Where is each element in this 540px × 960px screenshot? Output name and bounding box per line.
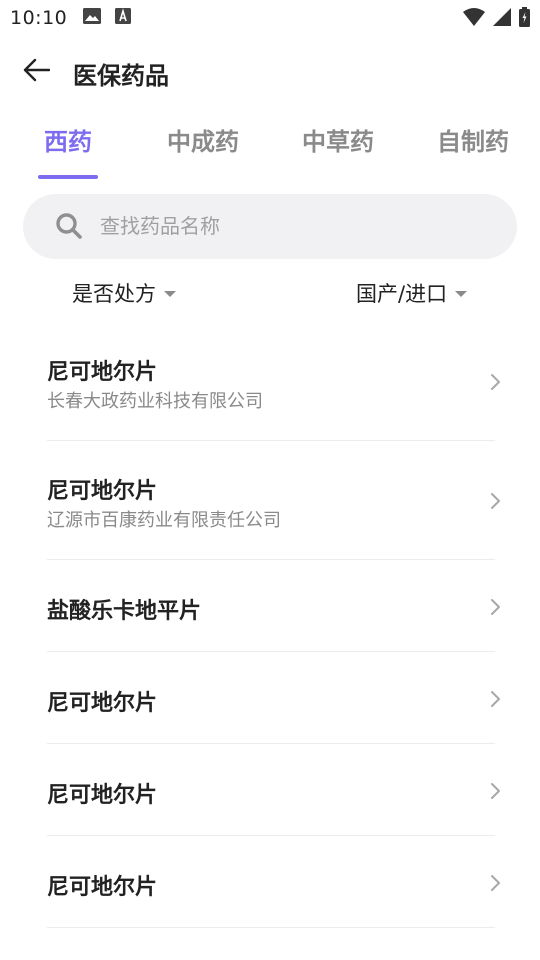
- drug-manufacturer: 长春大政药业科技有限公司: [47, 391, 263, 412]
- status-time: 10:10: [10, 7, 68, 29]
- category-tabs: 西药 中成药 中草药 自制药: [0, 122, 540, 182]
- drug-name: 盐酸乐卡地平片: [47, 599, 202, 624]
- tab-chinese-patent-medicine[interactable]: 中成药: [167, 122, 239, 166]
- chevron-right-icon: [488, 782, 502, 800]
- status-right-icons: [463, 7, 530, 31]
- chevron-right-icon: [488, 690, 502, 708]
- list-item[interactable]: 尼可地尔片 长春大政药业科技有限公司: [0, 322, 540, 441]
- drug-name: 尼可地尔片: [47, 479, 158, 504]
- screen: 10:10 医保药品 西药 中成药 中草药 自制药 查找药品名称 是否处方 国产…: [0, 0, 540, 960]
- chevron-right-icon: [488, 874, 502, 892]
- search-input[interactable]: [100, 208, 480, 244]
- chevron-right-icon: [488, 598, 502, 616]
- list-item[interactable]: 尼可地尔片: [0, 744, 540, 836]
- chevron-right-icon: [488, 373, 502, 391]
- tab-self-made-medicine[interactable]: 自制药: [437, 122, 509, 166]
- chevron-right-icon: [488, 492, 502, 510]
- divider: [47, 927, 495, 928]
- image-icon: [83, 8, 102, 28]
- search-icon: [55, 212, 83, 240]
- battery-icon: [519, 7, 530, 31]
- caret-down-icon: [164, 291, 176, 297]
- drug-name: 尼可地尔片: [47, 875, 158, 900]
- drug-manufacturer: 辽源市百康药业有限责任公司: [47, 510, 281, 531]
- drug-name: 尼可地尔片: [47, 783, 158, 808]
- caret-down-icon: [455, 291, 468, 297]
- arrow-left-icon: [22, 58, 51, 86]
- prescription-filter[interactable]: 是否处方: [72, 278, 176, 308]
- tab-western-medicine[interactable]: 西药: [44, 122, 92, 166]
- active-tab-indicator: [38, 175, 98, 179]
- list-item[interactable]: 盐酸乐卡地平片: [0, 560, 540, 652]
- drug-name: 尼可地尔片: [47, 360, 158, 385]
- status-bar: 10:10: [0, 0, 540, 36]
- page-title: 医保药品: [73, 62, 169, 90]
- prescription-filter-label: 是否处方: [72, 282, 156, 306]
- status-left-icons: [83, 8, 132, 28]
- origin-filter[interactable]: 国产/进口: [356, 278, 468, 308]
- list-item[interactable]: 尼可地尔片: [0, 836, 540, 928]
- drug-name: 尼可地尔片: [47, 691, 158, 716]
- back-button[interactable]: [20, 56, 52, 88]
- app-header: 医保药品: [0, 44, 540, 100]
- tab-chinese-herbal-medicine[interactable]: 中草药: [302, 122, 374, 166]
- list-item[interactable]: 尼可地尔片: [0, 652, 540, 744]
- list-item[interactable]: 尼可地尔片 辽源市百康药业有限责任公司: [0, 441, 540, 560]
- text-a-icon: [115, 8, 132, 28]
- signal-icon: [493, 8, 511, 30]
- origin-filter-label: 国产/进口: [356, 282, 448, 306]
- wifi-icon: [463, 8, 485, 30]
